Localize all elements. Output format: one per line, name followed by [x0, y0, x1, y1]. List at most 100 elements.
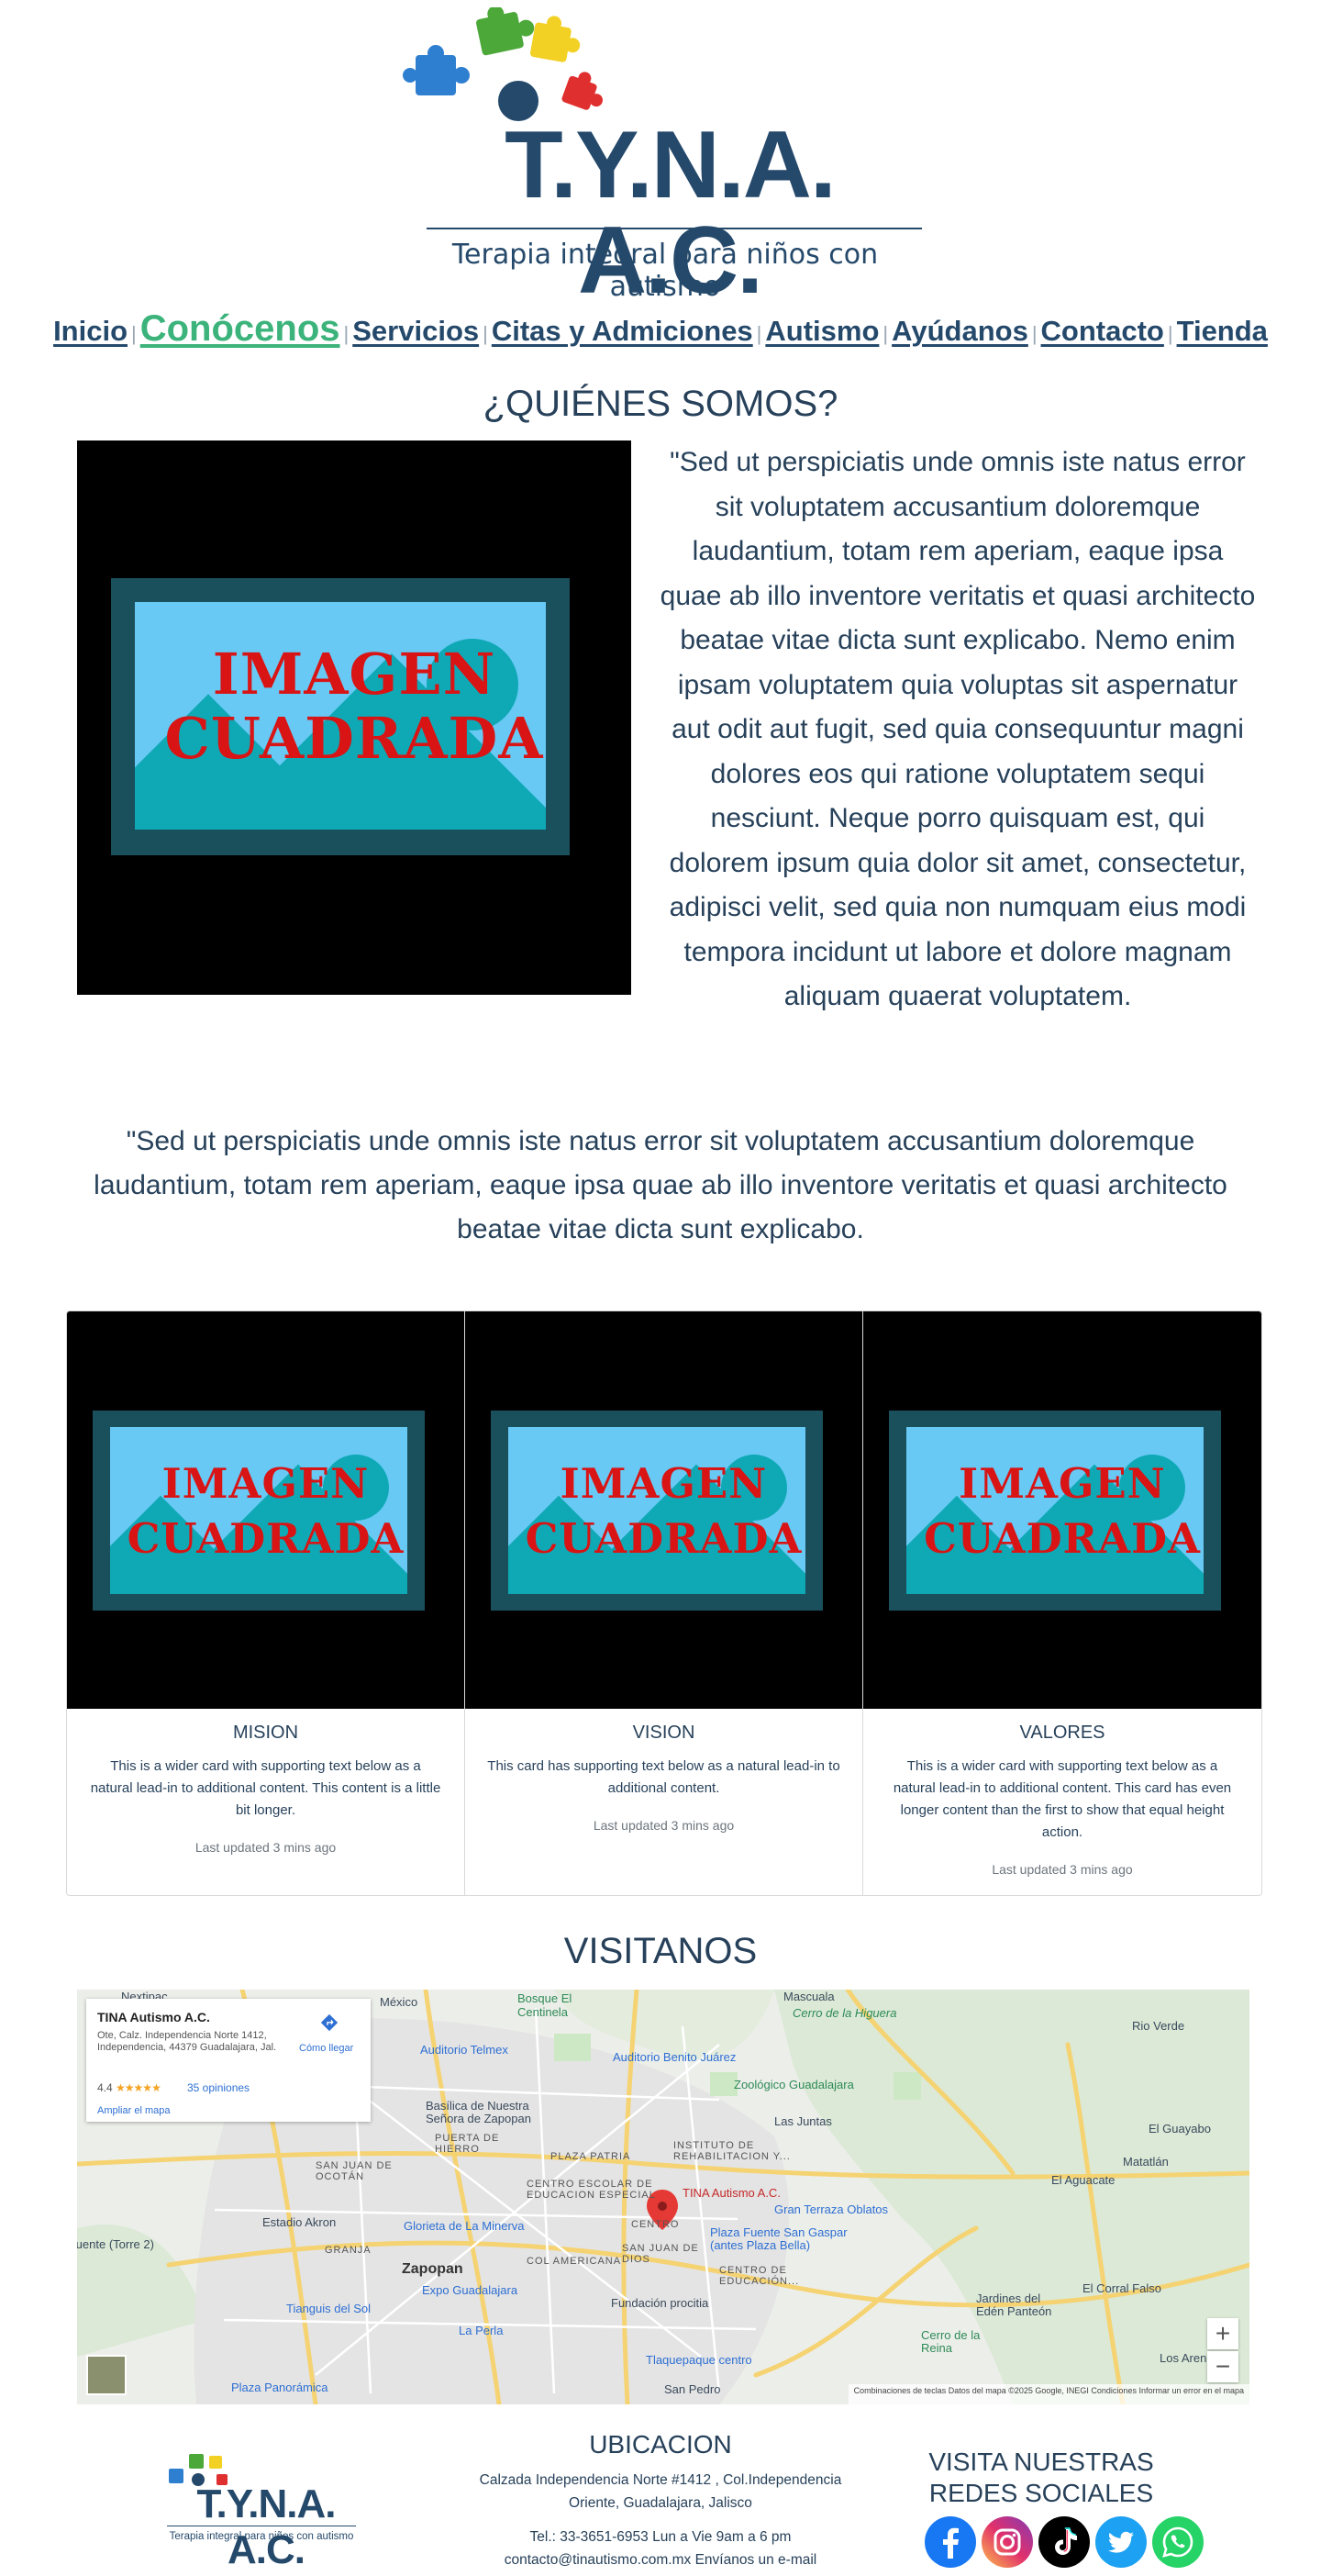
map-label: Basílica de Nuestra Señora de Zapopan [426, 2099, 531, 2125]
map-pin-label[interactable]: TINA Autismo A.C. [683, 2186, 781, 2200]
map-label: PLAZA PATRIA [550, 2151, 631, 2162]
facebook-icon[interactable] [925, 2516, 976, 2568]
placeholder-text: IMAGEN CUADRADA [127, 1459, 405, 1563]
footer-logo-wordmark: T.Y.N.A. A.C. [196, 2481, 337, 2572]
map-label: San Pedro [664, 2382, 721, 2396]
rating-stars-icon: ★★★★★ [116, 2081, 161, 2094]
map-label: Zapopan [402, 2261, 463, 2277]
card-text: This card has supporting text below as a… [487, 1758, 840, 1796]
map-label: Cerro de la Reina [921, 2328, 981, 2355]
placeholder-text: IMAGEN CUADRADA [164, 641, 544, 772]
zoom-in-button[interactable]: + [1207, 2318, 1238, 2349]
whatsapp-icon[interactable] [1152, 2516, 1204, 2568]
footer-logo-tagline: Terapia integral para niños con autismo [169, 2531, 354, 2542]
email-link[interactable]: contacto@tinautismo.com.mx Envíanos un e… [468, 2548, 853, 2571]
card-updated: Last updated 3 mins ago [194, 1840, 337, 1855]
map-label: Los Aren [1160, 2351, 1207, 2365]
card-image: IMAGEN CUADRADA [67, 1311, 464, 1709]
nav-servicios[interactable]: Servicios [352, 315, 479, 347]
map-label: Plaza Panorámica [231, 2381, 328, 2394]
map-label: Tlaquepaque centro [646, 2353, 752, 2367]
site-logo[interactable]: T.Y.N.A. A.C. Terapia integral para niño… [399, 7, 931, 308]
place-rating: 4.4 ★★★★★ [97, 2081, 161, 2094]
map-label: Cerro de la Higuera [793, 2006, 897, 2020]
map-label: Puente (Torre 2) [77, 2237, 154, 2251]
view-larger-map-link[interactable]: Ampliar el mapa [97, 2105, 170, 2116]
reviews-link[interactable]: 35 opiniones [187, 2081, 250, 2094]
address-line-2: Oriente, Guadalajara, Jalisco [569, 2495, 752, 2511]
address-line-1: Calzada Independencia Norte #1412 , Col.… [479, 2472, 842, 2488]
nav-separator: | [756, 322, 762, 345]
nav-tienda[interactable]: Tienda [1177, 315, 1268, 347]
card-image: IMAGEN CUADRADA [465, 1311, 862, 1709]
map-label: Expo Guadalajara [422, 2283, 518, 2297]
map-label: GRANJA [325, 2245, 372, 2256]
map-label: Zoológico Guadalajara [734, 2078, 854, 2091]
twitter-icon[interactable] [1095, 2516, 1147, 2568]
map-label: Mascuala [783, 1990, 835, 2003]
visit-title: VISITANOS [563, 1931, 758, 1971]
map-label: El Corral Falso [1082, 2281, 1161, 2295]
map-label: El Aguacate [1051, 2173, 1116, 2187]
nav-separator: | [883, 322, 889, 345]
nav-separator: | [1031, 322, 1038, 345]
map-label: Estadio Akron [262, 2215, 337, 2229]
directions-link[interactable]: Cómo llegar [299, 2043, 353, 2054]
map-label: Tianguis del Sol [286, 2302, 372, 2315]
placeholder-text: IMAGEN CUADRADA [924, 1459, 1201, 1563]
logo-divider [427, 228, 922, 229]
nav-separator: | [131, 322, 137, 345]
phone-line: Tel.: 33-3651-6953 Lun a Vie 9am a 6 pm [529, 2529, 792, 2545]
card-updated: Last updated 3 mins ago [593, 1818, 735, 1833]
map-label: INSTITUTO DE REHABILITACION Y... [673, 2140, 791, 2162]
map-attribution: Combinaciones de teclas Datos del mapa ©… [848, 2384, 1249, 2404]
nav-separator: | [483, 322, 488, 345]
nav-citas[interactable]: Citas y Admiciones [492, 315, 753, 347]
nav-separator: | [343, 322, 350, 345]
nav-conocenos[interactable]: Conócenos [140, 308, 340, 349]
map-label: Glorieta de La Minerva [404, 2219, 525, 2233]
footer-logo[interactable]: T.Y.N.A. A.C. Terapia integral para niño… [156, 2448, 367, 2572]
nav-ayudanos[interactable]: Ayúdanos [892, 315, 1028, 347]
map-label: El Guayabo [1149, 2122, 1211, 2136]
map-label: Bosque El Centinela [517, 1991, 572, 2019]
map-label: Matatlán [1123, 2155, 1169, 2169]
instagram-icon[interactable] [982, 2516, 1033, 2568]
map-label: Plaza Fuente San Gaspar (antes Plaza Bel… [710, 2225, 848, 2252]
main-nav: Inicio | Conócenos | Servicios | Citas y Admic… [0, 308, 1321, 350]
placeholder-text: IMAGEN CUADRADA [525, 1459, 803, 1563]
tiktok-icon[interactable] [1038, 2516, 1090, 2568]
about-title: ¿QUIÉNES SOMOS? [483, 384, 838, 424]
map-label: Auditorio Benito Juárez [613, 2050, 737, 2064]
map-label: La Perla [459, 2324, 504, 2337]
card-title: MISION [232, 1723, 299, 1743]
card-title: VALORES [1019, 1723, 1105, 1743]
card-title: VISION [632, 1723, 695, 1743]
card-vision: IMAGEN CUADRADA VISION This card has sup… [465, 1311, 863, 1895]
about-image: IMAGEN CUADRADA [77, 440, 631, 995]
map-type-toggle[interactable] [86, 2355, 127, 2395]
map-label: Fundación procitia [611, 2296, 709, 2310]
zoom-out-button[interactable]: − [1207, 2351, 1238, 2382]
map-label: CENTRO [631, 2219, 680, 2230]
card-valores: IMAGEN CUADRADA VALORES This is a wider … [863, 1311, 1261, 1895]
nav-contacto[interactable]: Contacto [1041, 315, 1164, 347]
map-label: Jardines del Edén Panteón [976, 2292, 1052, 2318]
place-address: Ote, Calz. Independencia Norte 1412, Ind… [97, 2030, 277, 2053]
about-paragraph: "Sed ut perspiciatis unde omnis iste nat… [660, 447, 1256, 1011]
nav-autismo[interactable]: Autismo [765, 315, 879, 347]
map-label: Auditorio Telmex [420, 2043, 508, 2057]
map-label: Rio Verde [1132, 2019, 1185, 2033]
map-label: Gran Terraza Oblatos [774, 2202, 889, 2216]
social-title: VISITA NUESTRAS REDES SOCIALES [928, 2448, 1154, 2507]
nav-inicio[interactable]: Inicio [53, 315, 128, 347]
nav-separator: | [1167, 322, 1173, 345]
place-name: TINA Autismo A.C. [97, 2010, 210, 2024]
embedded-map[interactable]: Nextipac México Bosque El Centinela Masc… [77, 1990, 1249, 2404]
directions-icon[interactable] [319, 2012, 339, 2034]
card-updated: Last updated 3 mins ago [992, 1862, 1133, 1877]
map-label: CENTRO ESCOLAR DE EDUCACION ESPECIAL [527, 2179, 656, 2201]
map-label: Las Juntas [774, 2114, 832, 2128]
card-image: IMAGEN CUADRADA [863, 1311, 1261, 1709]
card-mision: IMAGEN CUADRADA MISION This is a wider c… [67, 1311, 465, 1895]
